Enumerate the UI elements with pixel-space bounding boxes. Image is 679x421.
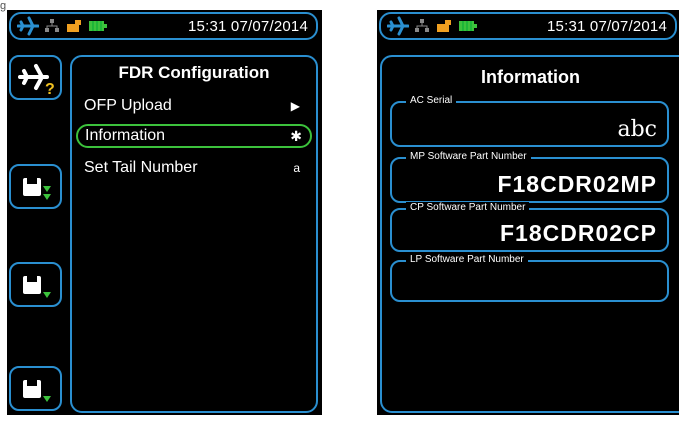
device-screen-information: 15:31 07/07/2014 Information AC Serial a… bbox=[377, 10, 679, 415]
plane-question-icon: ? bbox=[18, 64, 55, 95]
menu-item-set-tail-number[interactable]: Set Tail Number a bbox=[84, 156, 308, 180]
field-label: MP Software Part Number bbox=[406, 151, 531, 163]
network-icon bbox=[45, 19, 59, 32]
menu-item-ofp-upload[interactable]: OFP Upload ▶ bbox=[84, 94, 308, 118]
menu-item-information[interactable]: Information ✱ bbox=[76, 124, 312, 148]
svg-text:?: ? bbox=[45, 81, 55, 95]
status-bar: 15:31 07/07/2014 bbox=[9, 12, 318, 40]
caption-fragment: g bbox=[0, 0, 7, 12]
device-screen-fdr-configuration: 15:31 07/07/2014 ? FDR Configuration OFP… bbox=[7, 10, 322, 415]
ac-serial-field[interactable]: AC Serial abc bbox=[390, 95, 669, 147]
save-button-2[interactable] bbox=[9, 366, 62, 411]
network-icon bbox=[415, 19, 429, 32]
information-panel: Information AC Serial abc MP Software Pa… bbox=[380, 55, 679, 413]
field-value: abc bbox=[617, 117, 657, 142]
menu-item-label: Information bbox=[85, 127, 166, 144]
play-arrow-icon: ▶ bbox=[290, 99, 300, 113]
floppy-arrow-icon bbox=[23, 276, 51, 298]
battery-icon bbox=[459, 21, 477, 31]
airplane-icon bbox=[387, 16, 409, 36]
page-title: FDR Configuration bbox=[118, 63, 270, 82]
field-value: F18CDR02CP bbox=[500, 220, 657, 246]
page-title: Information bbox=[481, 67, 580, 87]
status-time: 15:31 07/07/2014 bbox=[188, 18, 308, 35]
floppy-arrow-icon bbox=[23, 380, 51, 402]
field-label: CP Software Part Number bbox=[406, 202, 530, 214]
lp-software-part-number-field[interactable]: LP Software Part Number bbox=[390, 254, 669, 302]
usb-drive-icon bbox=[67, 20, 81, 32]
field-value: F18CDR02MP bbox=[497, 171, 657, 197]
status-bar: 15:31 07/07/2014 bbox=[379, 12, 677, 40]
mp-software-part-number-field[interactable]: MP Software Part Number F18CDR02MP bbox=[390, 151, 669, 203]
menu-item-label: OFP Upload bbox=[84, 97, 172, 114]
text-entry-icon: a bbox=[293, 161, 300, 175]
field-label: LP Software Part Number bbox=[406, 254, 528, 266]
fdr-configuration-panel: FDR Configuration OFP Upload ▶ Informati… bbox=[70, 55, 318, 413]
usb-drive-icon bbox=[437, 20, 451, 32]
field-label: AC Serial bbox=[406, 95, 457, 107]
battery-icon bbox=[89, 21, 107, 31]
floppy-download-icon bbox=[23, 178, 51, 200]
save-download-button[interactable] bbox=[9, 164, 62, 209]
status-time: 15:31 07/07/2014 bbox=[547, 18, 667, 35]
menu-item-label: Set Tail Number bbox=[84, 159, 198, 176]
cp-software-part-number-field[interactable]: CP Software Part Number F18CDR02CP bbox=[390, 202, 669, 252]
gear-icon: ✱ bbox=[290, 128, 302, 144]
save-button[interactable] bbox=[9, 262, 62, 307]
airplane-icon bbox=[17, 16, 39, 36]
plane-help-button[interactable]: ? bbox=[9, 55, 62, 100]
